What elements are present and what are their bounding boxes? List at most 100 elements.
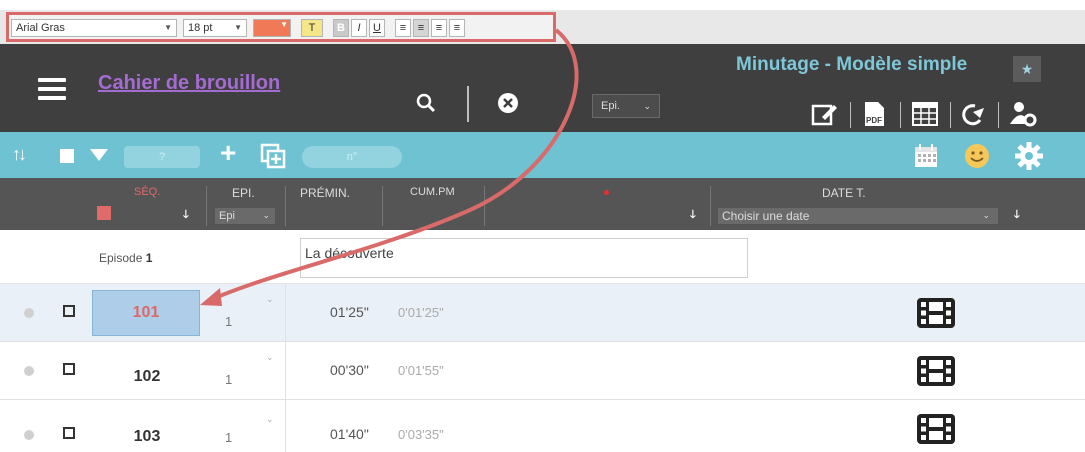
row-status-dot [24,430,34,440]
underline-button[interactable]: U [369,19,385,37]
column-separator [206,186,207,226]
chevron-down-icon: ⌄ [982,210,990,220]
row-status-dot [24,366,34,376]
film-icon[interactable] [917,298,955,328]
sequence-number[interactable]: 102 [99,362,195,392]
grid-header: SÉQ. 🡓 EPI. Epi ⌄ PRÉMIN. CUM.PM 🡓 DATE … [0,178,1085,230]
font-size-select[interactable]: 18 pt ▼ [183,19,247,37]
arrow-down-icon[interactable]: 🡓 [1014,206,1020,225]
arrow-down-icon[interactable]: 🡓 [690,206,696,225]
row-separator [285,284,286,342]
share-icon[interactable] [958,100,988,128]
header-separator [850,102,851,128]
font-size-value: 18 pt [188,22,213,34]
calendar-icon[interactable] [912,142,940,170]
table-row[interactable]: 103 1 ⌄ 01'40" 0'03'35" [0,400,1085,452]
column-date-label[interactable]: DATE T. [822,186,866,200]
row-checkbox[interactable] [63,427,75,439]
episode-label: Episode 1 [99,251,152,265]
align-right-icon[interactable]: ≡ [431,19,447,37]
epi-select-value: Epi. [601,100,620,112]
smiley-icon[interactable] [964,143,990,169]
date-select[interactable]: Choisir une date ⌄ [718,208,998,224]
chevron-down-icon[interactable]: ⌄ [266,414,274,425]
edit-icon[interactable] [810,100,840,128]
epi-value[interactable]: 1 [225,372,232,387]
premin-value[interactable]: 01'40" [330,426,369,442]
episode-label-text: Episode [99,251,143,265]
add-icon[interactable]: + [220,138,236,168]
column-separator [285,186,286,226]
table-icon[interactable] [910,100,940,128]
column-cumpm-label[interactable]: CUM.PM [410,186,455,198]
film-icon[interactable] [917,356,955,386]
column-premin-label[interactable]: PRÉMIN. [300,186,350,200]
star-icon[interactable]: ★ [1013,56,1041,82]
column-separator [382,186,383,226]
highlight-button[interactable]: T [301,19,323,37]
epi-value[interactable]: 1 [225,314,232,329]
column-seq-label[interactable]: SÉQ. [134,186,160,198]
sort-arrows-icon[interactable]: ↑↓ [12,144,27,165]
grid-toolbar: ↑↓ ? + n° [0,132,1085,178]
row-checkbox[interactable] [63,363,75,375]
chevron-down-icon: ▼ [164,23,172,32]
search-icon[interactable] [415,92,437,114]
menu-icon[interactable] [38,78,66,100]
episode-number: 1 [145,251,153,265]
date-select-value: Choisir une date [722,209,810,223]
chevron-down-icon[interactable]: ⌄ [266,294,274,305]
chevron-down-icon: ▼ [280,20,288,29]
text-color-picker[interactable]: ▼ [253,19,291,37]
pdf-icon[interactable]: PDF [860,100,890,128]
epi-filter-value: Epi [219,210,235,222]
film-icon[interactable] [917,414,955,444]
format-toolbar: Arial Gras ▼ 18 pt ▼ ▼ T B I U ≡ ≡ ≡ ≡ [0,10,1085,44]
header-separator [950,102,951,128]
number-input[interactable]: n° [302,146,402,168]
sequence-number-input[interactable]: 101 [92,290,200,336]
header-separator [467,86,469,122]
premin-value[interactable]: 01'25" [330,304,369,320]
font-family-select[interactable]: Arial Gras ▼ [11,19,177,37]
column-epi-label[interactable]: EPI. [232,186,255,200]
arrow-down-icon[interactable]: 🡓 [183,206,189,225]
table-row[interactable]: 102 1 ⌄ 00'30" 0'01'55" [0,342,1085,400]
gear-icon[interactable] [1014,141,1044,171]
user-settings-icon[interactable] [1008,100,1038,128]
chevron-down-icon: ⌄ [262,210,270,220]
episode-title-input[interactable]: La découverte [300,238,748,278]
epi-value[interactable]: 1 [225,430,232,445]
status-dot [604,190,609,195]
epi-select[interactable]: Epi. ⌄ [592,94,660,118]
align-center-icon[interactable]: ≡ [413,19,429,37]
episode-row: Episode 1 La découverte [0,230,1085,284]
header-separator [998,102,999,128]
app-header: Cahier de brouillon Epi. ⌄ Minutage - Mo… [0,44,1085,132]
svg-text:PDF: PDF [866,116,882,125]
table-row[interactable]: 101 1 ⌄ 01'25" 0'01'25" [0,284,1085,342]
triangle-down-icon[interactable] [90,149,108,161]
document-title[interactable]: Cahier de brouillon [98,72,280,95]
cumpm-value: 0'01'55" [398,363,444,378]
format-toolbar-highlight-frame: Arial Gras ▼ 18 pt ▼ ▼ T B I U ≡ ≡ ≡ ≡ [6,12,556,42]
premin-value[interactable]: 00'30" [330,362,369,378]
bold-button[interactable]: B [333,19,349,37]
align-justify-icon[interactable]: ≡ [449,19,465,37]
cumpm-value: 0'01'25" [398,305,444,320]
chevron-down-icon: ⌄ [643,101,651,111]
italic-button[interactable]: I [351,19,367,37]
sequence-number[interactable]: 103 [99,422,195,452]
chevron-down-icon: ▼ [234,23,242,32]
duplicate-icon[interactable] [260,143,286,169]
sequence-input[interactable]: ? [124,146,200,168]
clear-icon[interactable] [497,92,519,114]
epi-filter-select[interactable]: Epi ⌄ [215,208,275,224]
sort-seq-toggle[interactable] [97,206,111,220]
header-separator [900,102,901,128]
row-checkbox[interactable] [63,305,75,317]
checkbox-icon[interactable] [60,149,74,163]
align-left-icon[interactable]: ≡ [395,19,411,37]
column-separator [484,186,485,226]
chevron-down-icon[interactable]: ⌄ [266,352,274,363]
